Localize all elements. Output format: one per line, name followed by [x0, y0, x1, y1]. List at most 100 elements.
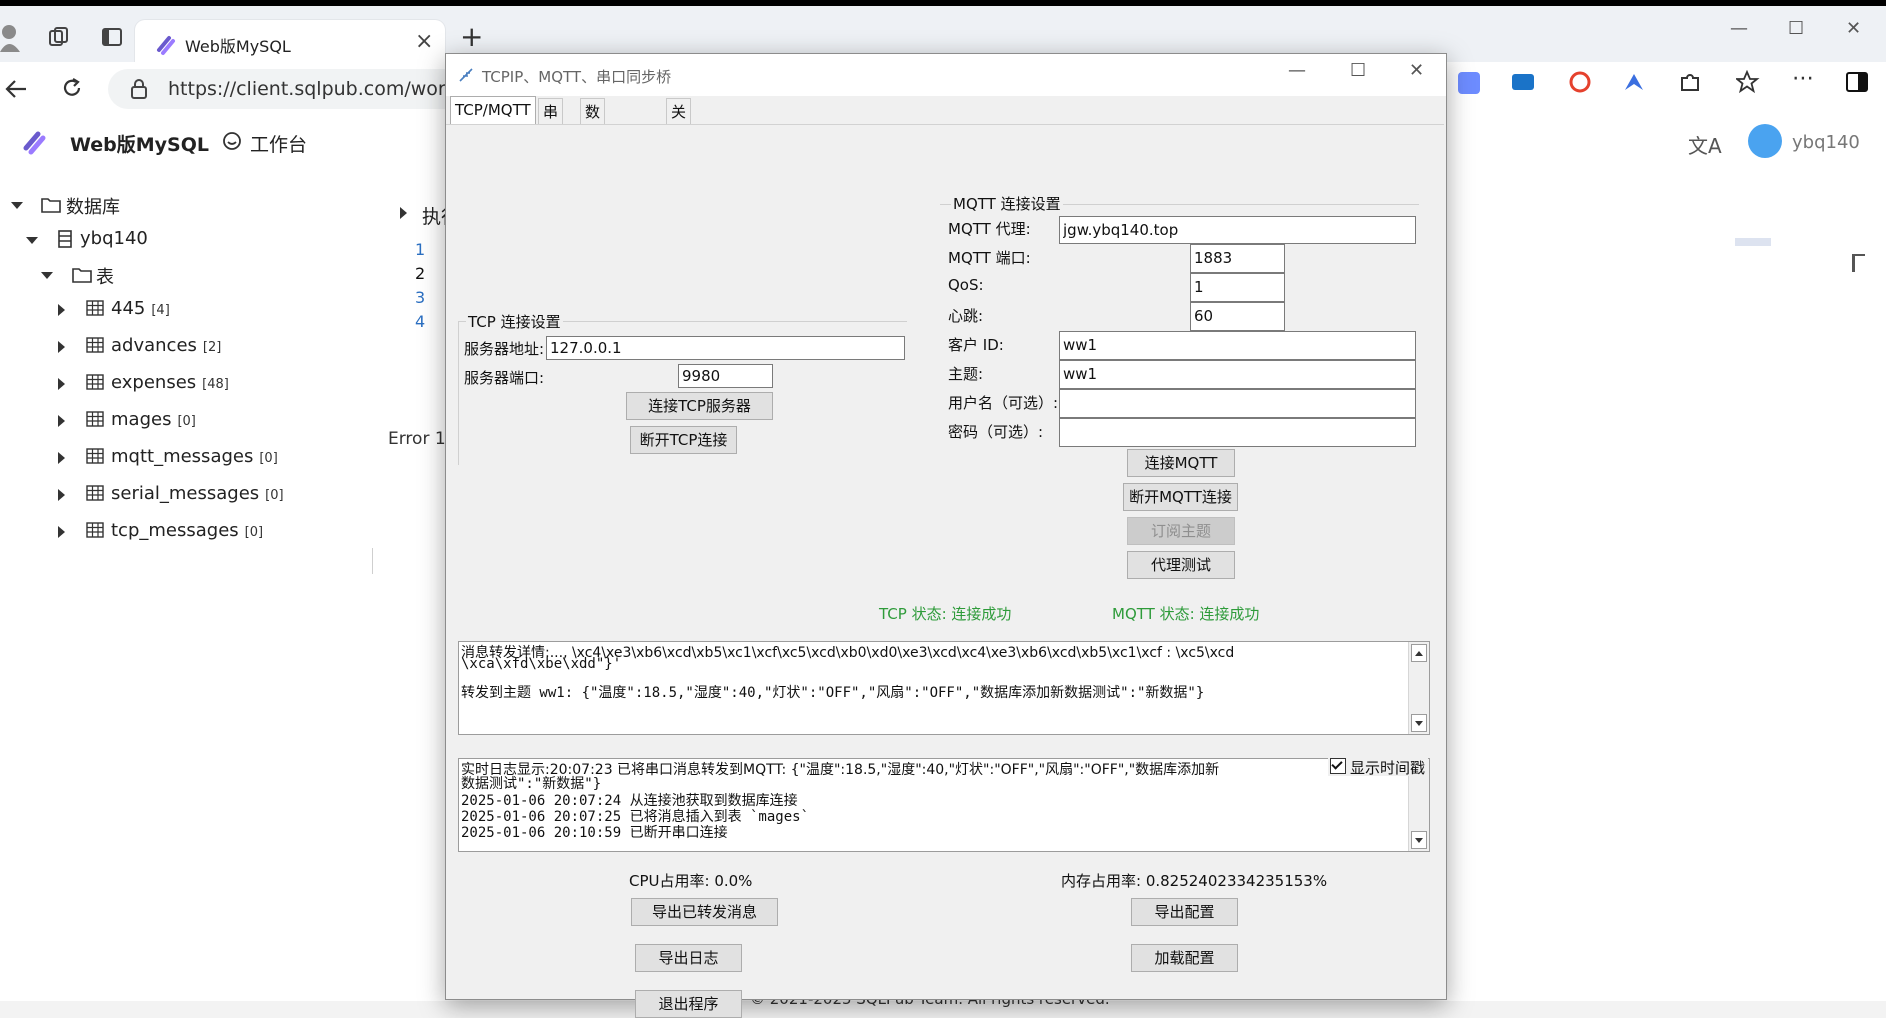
disconnect-tcp-button[interactable]: 断开TCP连接 — [630, 426, 737, 454]
disconnect-mqtt-button[interactable]: 断开MQTT连接 — [1123, 483, 1238, 511]
run-caret-icon[interactable] — [400, 207, 407, 219]
minimap[interactable] — [1735, 238, 1771, 246]
workbench-icon[interactable] — [222, 131, 242, 151]
translate-icon[interactable]: 文A — [1688, 130, 1722, 159]
tcp-group-title: TCP 连接设置 — [466, 311, 563, 332]
forward-details-textbox[interactable]: 消息转发详情:..., \xc4\xe3\xb6\xcd\xb5\xc1\xcf… — [458, 641, 1430, 735]
expand-table-caret-icon[interactable] — [58, 452, 65, 464]
tree-table-item[interactable]: advances [2] — [111, 335, 221, 356]
tab-tcp-mqtt[interactable]: TCP/MQTT — [450, 96, 536, 125]
tcp-server-input[interactable] — [546, 336, 905, 360]
table-grid-icon — [86, 300, 104, 316]
browser-tab-webmysql[interactable]: Web版MySQL × — [135, 20, 445, 68]
expand-tables-caret-icon[interactable] — [41, 272, 53, 279]
username-input[interactable] — [1059, 389, 1416, 418]
mqtt-status: MQTT 状态: 连接成功 — [1112, 605, 1260, 623]
forward-line-1: ..., \xc4\xe3\xb6\xcd\xb5\xc1\xcf\xc5\xc… — [549, 645, 1235, 661]
refresh-icon[interactable] — [60, 76, 84, 100]
app-title: TCPIP、MQTT、串口同步桥 — [482, 68, 672, 86]
forward-details-scrollbar[interactable] — [1408, 642, 1429, 734]
favorites-star-icon[interactable] — [1736, 70, 1762, 94]
editor-line-number: 3 — [415, 288, 426, 307]
export-config-button[interactable]: 导出配置 — [1131, 898, 1238, 926]
proxy-test-button[interactable]: 代理测试 — [1127, 551, 1235, 579]
exit-button[interactable]: 退出程序 — [635, 990, 742, 1018]
tab-serial[interactable]: 串口 — [538, 98, 564, 147]
scroll-down-button[interactable] — [1411, 714, 1427, 732]
subscribe-topic-button[interactable]: 订阅主题 — [1127, 517, 1235, 545]
connect-tcp-button[interactable]: 连接TCP服务器 — [626, 392, 773, 420]
profile-icon[interactable] — [0, 22, 22, 52]
tree-table-item[interactable]: 445 [4] — [111, 298, 170, 319]
extension-blue-icon[interactable] — [1512, 74, 1534, 90]
tab-close-icon[interactable]: × — [415, 30, 433, 54]
tab-actions-icon[interactable] — [101, 26, 123, 48]
more-menu-icon[interactable]: ⋯ — [1792, 66, 1814, 91]
export-forwarded-button[interactable]: 导出已转发消息 — [631, 898, 778, 926]
scroll-up-button[interactable] — [1411, 644, 1427, 662]
mqtt-broker-input[interactable] — [1059, 216, 1416, 244]
scroll-down-button[interactable] — [1411, 831, 1427, 849]
extensions-puzzle-icon[interactable] — [1678, 70, 1702, 94]
expand-table-caret-icon[interactable] — [58, 378, 65, 390]
tab-about[interactable]: 关于 — [666, 98, 692, 147]
expand-database-caret-icon[interactable] — [11, 202, 23, 209]
expand-table-caret-icon[interactable] — [58, 341, 65, 353]
tree-table-item[interactable]: expenses [48] — [111, 372, 229, 393]
client-id-input[interactable] — [1059, 331, 1416, 360]
panel-divider[interactable] — [372, 548, 373, 574]
expand-table-caret-icon[interactable] — [58, 304, 65, 316]
table-grid-icon — [86, 374, 104, 390]
tree-table-item[interactable]: mqtt_messages [0] — [111, 446, 278, 467]
tree-database-root[interactable]: 数据库 — [66, 193, 120, 219]
extension-bird-icon[interactable] — [1622, 70, 1646, 94]
load-config-button[interactable]: 加载配置 — [1131, 944, 1238, 972]
export-log-button[interactable]: 导出日志 — [635, 944, 742, 972]
topic-input[interactable] — [1059, 360, 1416, 389]
tree-table-item[interactable]: tcp_messages [0] — [111, 520, 263, 541]
expand-schema-caret-icon[interactable] — [26, 237, 38, 244]
workbench-link[interactable]: 工作台 — [250, 130, 307, 157]
new-tab-button[interactable]: + — [460, 20, 483, 53]
heartbeat-input[interactable] — [1190, 302, 1285, 331]
realtime-log-textbox[interactable]: 实时日志显示:20:07:23 已将串口消息转发到MQTT: {"温度":18.… — [458, 758, 1430, 852]
app-close-button[interactable]: ✕ — [1409, 60, 1424, 81]
mqtt-group-title: MQTT 连接设置 — [951, 193, 1063, 214]
app-minimize-button[interactable]: — — [1288, 60, 1306, 81]
table-row-count: [0] — [265, 488, 284, 503]
workspaces-icon[interactable] — [48, 26, 70, 48]
editor-scroll-icon[interactable] — [1852, 254, 1865, 272]
browser-close-button[interactable]: ✕ — [1846, 18, 1861, 39]
expand-table-caret-icon[interactable] — [58, 489, 65, 501]
back-arrow-icon[interactable] — [4, 78, 28, 100]
table-grid-icon — [86, 485, 104, 501]
lock-icon[interactable] — [130, 79, 148, 99]
mqtt-broker-label: MQTT 代理: — [948, 220, 1031, 238]
app-title-bar[interactable]: TCPIP、MQTT、串口同步桥 — ☐ ✕ — [446, 54, 1446, 96]
tree-table-item[interactable]: serial_messages [0] — [111, 483, 284, 504]
connect-mqtt-button[interactable]: 连接MQTT — [1127, 449, 1235, 477]
table-name: 445 — [111, 298, 146, 319]
tree-tables-folder[interactable]: 表 — [96, 263, 114, 289]
show-timestamp-checkbox[interactable] — [1330, 758, 1346, 774]
mqtt-port-input[interactable] — [1190, 244, 1285, 273]
extension-red-icon[interactable] — [1568, 70, 1592, 94]
sidebar-toggle-icon[interactable] — [1846, 72, 1868, 92]
extension-translate-icon[interactable] — [1458, 72, 1480, 94]
tcp-port-input[interactable] — [678, 364, 773, 388]
timestamp-toggle[interactable]: 显示时间戳 — [1328, 756, 1428, 777]
browser-minimize-button[interactable]: — — [1730, 18, 1748, 39]
expand-table-caret-icon[interactable] — [58, 526, 65, 538]
qos-input[interactable] — [1190, 273, 1285, 302]
table-name: mages — [111, 409, 172, 430]
browser-maximize-button[interactable]: ☐ — [1788, 18, 1804, 39]
tab-database-config[interactable]: 数据库配置 — [580, 98, 606, 225]
table-grid-icon — [86, 337, 104, 353]
password-input[interactable] — [1059, 418, 1416, 447]
app-maximize-button[interactable]: ☐ — [1350, 60, 1366, 81]
expand-table-caret-icon[interactable] — [58, 415, 65, 427]
tree-table-item[interactable]: mages [0] — [111, 409, 196, 430]
avatar[interactable] — [1748, 124, 1782, 158]
tcp-status: TCP 状态: 连接成功 — [879, 605, 1012, 623]
tree-database-ybq140[interactable]: ybq140 — [80, 228, 148, 249]
